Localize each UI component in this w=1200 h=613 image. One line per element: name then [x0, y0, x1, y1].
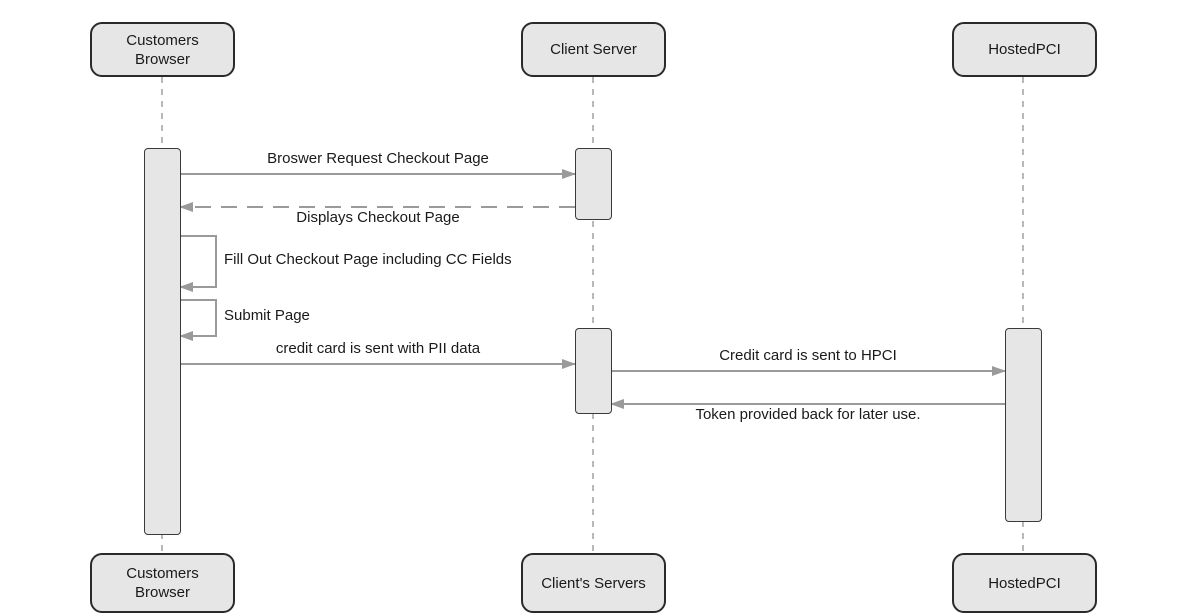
participant-hostedpci-bottom: HostedPCI	[952, 553, 1097, 613]
participant-label: HostedPCI	[988, 574, 1061, 592]
participant-customers-browser-bottom: Customers Browser	[90, 553, 235, 613]
participant-clients-servers-bottom: Client's Servers	[521, 553, 666, 613]
activation-hpci	[1005, 328, 1042, 522]
participant-label: Customers Browser	[126, 31, 199, 68]
message-label-5: credit card is sent with PII data	[275, 340, 481, 357]
activation-client-2	[575, 328, 612, 414]
message-label-3: Fill Out Checkout Page including CC Fiel…	[224, 251, 512, 268]
message-label-4: Submit Page	[224, 307, 310, 324]
message-label-2: Displays Checkout Page	[296, 209, 460, 226]
activation-client-1	[575, 148, 612, 220]
participant-customers-browser-top: Customers Browser	[90, 22, 235, 77]
participant-label: HostedPCI	[988, 41, 1061, 58]
message-arrow-4	[179, 299, 217, 341]
message-label-7: Token provided back for later use.	[695, 406, 921, 423]
participant-label: Client Server	[550, 41, 637, 58]
message-label-1: Broswer Request Checkout Page	[267, 150, 489, 167]
participant-label: Customers Browser	[126, 565, 199, 601]
participant-client-server-top: Client Server	[521, 22, 666, 77]
participant-hostedpci-top: HostedPCI	[952, 22, 1097, 77]
participant-label: Client's Servers	[541, 574, 646, 592]
activation-browser	[144, 148, 181, 535]
message-label-6: Credit card is sent to HPCI	[719, 347, 897, 364]
message-arrow-3	[179, 235, 217, 292]
